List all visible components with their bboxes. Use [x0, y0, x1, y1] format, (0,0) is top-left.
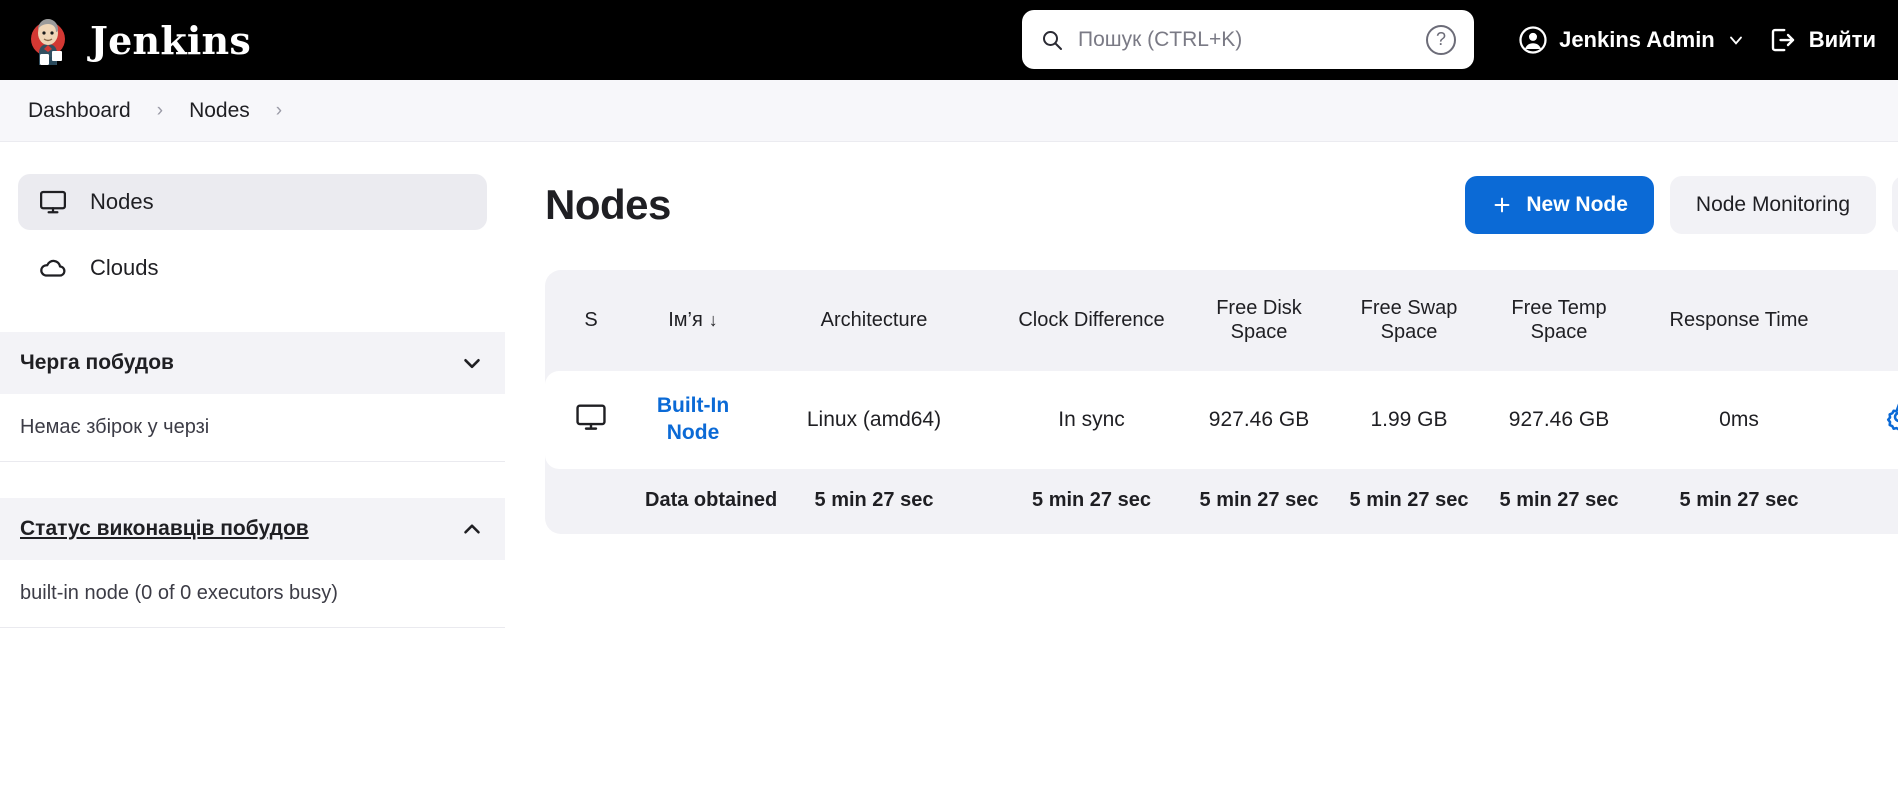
column-header-architecture[interactable]: Architecture	[749, 270, 999, 371]
monitor-icon	[38, 187, 68, 217]
plus-icon	[1491, 194, 1513, 216]
node-name-link[interactable]: Built-In Node	[645, 393, 741, 447]
build-queue-header[interactable]: Черга побудов	[0, 332, 505, 394]
user-circle-icon	[1518, 25, 1548, 55]
nodes-table: S Ім’я ↓ Architecture Clock Difference Fr…	[545, 270, 1898, 534]
build-queue-panel: Черга побудов Немає збірок у черзі	[0, 332, 505, 462]
footer-cell-free-temp-space: 5 min 27 sec	[1499, 488, 1619, 511]
breadcrumb-separator-icon: ›	[275, 99, 283, 121]
nodes-table-card: S Ім’я ↓ Architecture Clock Difference Fr…	[545, 270, 1898, 534]
user-actions: Jenkins Admin Вийти	[1518, 0, 1876, 80]
chevron-down-icon	[1726, 30, 1746, 50]
table-row: Built-In Node Linux (amd64) In sync 927.…	[545, 370, 1898, 469]
nodes-table-head: S Ім’я ↓ Architecture Clock Difference Fr…	[545, 270, 1898, 371]
sidebar-item-label: Nodes	[90, 189, 154, 214]
sidebar-item-clouds[interactable]: Clouds	[18, 240, 487, 296]
logout-icon	[1768, 25, 1798, 55]
column-header-response-time[interactable]: Response Time	[1634, 270, 1844, 371]
column-header-name[interactable]: Ім’я ↓	[637, 270, 749, 371]
sidebar-item-label: Clouds	[90, 255, 159, 280]
sidebar: Nodes Clouds Черга побудов Немає збірок …	[0, 142, 505, 628]
page-title: Nodes	[545, 181, 671, 228]
node-monitoring-label: Node Monitoring	[1695, 193, 1850, 216]
column-header-configure	[1844, 270, 1898, 371]
build-executor-status-header[interactable]: Статус виконавців побудов	[0, 498, 505, 560]
user-name-label: Jenkins Admin	[1559, 27, 1715, 52]
cell-free-temp-space: 927.46 GB	[1508, 407, 1610, 431]
cell-configure	[1844, 371, 1898, 469]
page-body: Nodes Clouds Черга побудов Немає збірок …	[0, 142, 1898, 628]
footer-cell-response-time: 5 min 27 sec	[1679, 488, 1799, 511]
footer-label: Data obtained	[645, 488, 778, 511]
new-node-label: New Node	[1526, 193, 1628, 216]
nodes-table-foot: Data obtained 5 min 27 sec 5 min 27 sec …	[545, 469, 1898, 534]
cell-free-swap-space: 1.99 GB	[1370, 407, 1448, 431]
footer-cell-free-disk-space: 5 min 27 sec	[1199, 488, 1319, 511]
breadcrumb: Dashboard › Nodes ›	[0, 80, 1898, 142]
column-header-name-label: Ім’я	[668, 309, 703, 332]
table-header-row: S Ім’я ↓ Architecture Clock Difference Fr…	[545, 270, 1898, 371]
search-input[interactable]	[1078, 27, 1412, 52]
footer-cell-architecture: 5 min 27 sec	[814, 488, 934, 511]
jenkins-logo-icon	[22, 13, 76, 67]
refresh-button[interactable]	[1892, 176, 1898, 234]
build-executor-status-body: built-in node (0 of 0 executors busy)	[0, 560, 505, 628]
main-content: Nodes New Node Node Monitoring S Ім’я ↓ …	[505, 142, 1898, 534]
chevron-up-icon[interactable]	[459, 516, 485, 542]
main-header: Nodes New Node Node Monitoring	[545, 176, 1898, 234]
build-executor-status-panel: Статус виконавців побудов built-in node …	[0, 498, 505, 628]
cell-free-disk-space: 927.46 GB	[1208, 407, 1310, 431]
logout-button[interactable]: Вийти	[1768, 25, 1876, 55]
executor-status-text: built-in node (0 of 0 executors busy)	[20, 582, 338, 604]
help-circle-icon[interactable]: ?	[1426, 24, 1456, 55]
build-queue-body: Немає збірок у черзі	[0, 394, 505, 462]
search-icon	[1040, 28, 1064, 52]
column-header-free-disk-space[interactable]: Free Disk Space	[1184, 270, 1334, 371]
column-header-free-temp-space[interactable]: Free Temp Space	[1484, 270, 1634, 371]
cell-status	[545, 371, 637, 469]
build-queue-title: Черга побудов	[20, 351, 174, 374]
action-buttons: New Node Node Monitoring	[1465, 176, 1898, 234]
table-footer-row: Data obtained 5 min 27 sec 5 min 27 sec …	[545, 469, 1898, 534]
cell-architecture: Linux (amd64)	[806, 407, 942, 431]
brand-title: Jenkins	[90, 17, 251, 63]
breadcrumb-separator-icon: ›	[156, 99, 164, 121]
jenkins-home-link[interactable]: Jenkins	[22, 13, 251, 67]
breadcrumb-item-nodes[interactable]: Nodes	[183, 95, 256, 127]
new-node-button[interactable]: New Node	[1465, 176, 1654, 234]
build-queue-empty-text: Немає збірок у черзі	[20, 416, 210, 438]
gear-icon[interactable]	[1883, 401, 1898, 433]
sort-descending-icon: ↓	[708, 310, 718, 331]
build-executor-status-title[interactable]: Статус виконавців побудов	[20, 517, 309, 541]
breadcrumb-item-dashboard[interactable]: Dashboard	[22, 95, 137, 127]
cell-name: Built-In Node	[637, 371, 749, 469]
node-monitoring-button[interactable]: Node Monitoring	[1669, 176, 1876, 234]
global-search[interactable]: ?	[1022, 10, 1474, 69]
column-header-clock-difference[interactable]: Clock Difference	[999, 270, 1184, 371]
chevron-down-icon[interactable]	[459, 350, 485, 376]
top-header-bar: Jenkins ? Jenkins Admin	[0, 0, 1898, 80]
cloud-icon	[38, 253, 68, 283]
cell-response-time: 0ms	[1719, 407, 1759, 431]
footer-cell-empty	[545, 469, 637, 534]
cell-clock-difference: In sync	[1058, 407, 1125, 431]
sidebar-nav: Nodes Clouds	[0, 174, 505, 296]
sidebar-item-nodes[interactable]: Nodes	[18, 174, 487, 230]
monitor-icon	[574, 400, 608, 434]
nodes-table-body: Built-In Node Linux (amd64) In sync 927.…	[545, 370, 1898, 469]
footer-cell-free-swap-space: 5 min 27 sec	[1349, 488, 1469, 511]
user-menu-button[interactable]: Jenkins Admin	[1518, 25, 1746, 55]
footer-cell-clock-difference: 5 min 27 sec	[1032, 488, 1151, 511]
column-header-status[interactable]: S	[545, 270, 637, 371]
column-header-free-swap-space[interactable]: Free Swap Space	[1334, 270, 1484, 371]
logout-label: Вийти	[1808, 27, 1876, 52]
footer-cell-gear	[1844, 469, 1898, 534]
